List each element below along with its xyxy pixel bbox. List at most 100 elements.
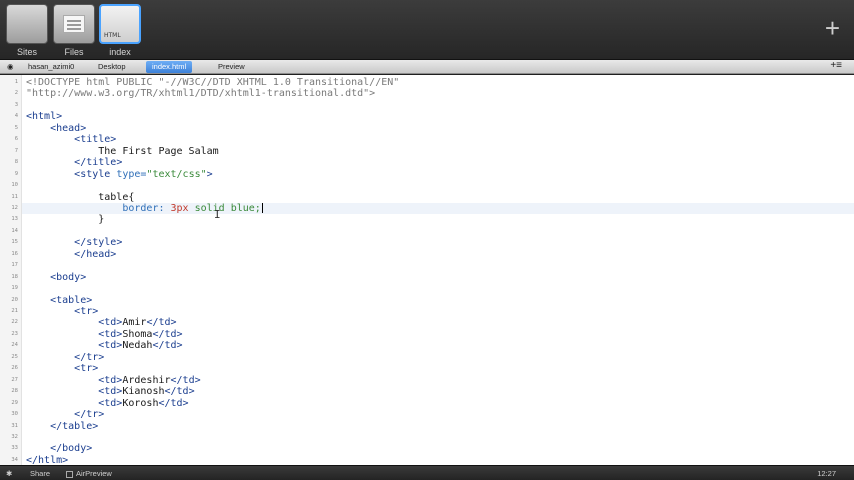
- ibeam-cursor-icon: I: [214, 208, 221, 221]
- code-line[interactable]: <tr>: [26, 363, 98, 374]
- code-token: "http://www.w3.org/TR/xhtml1/DTD/xhtml1-…: [26, 88, 376, 100]
- breadcrumb-file[interactable]: index.html: [146, 61, 193, 73]
- preview-button[interactable]: Preview: [212, 61, 251, 73]
- code-token: Kianosh: [122, 386, 165, 398]
- code-token: <title>: [74, 134, 117, 146]
- code-token: 3px: [170, 202, 189, 214]
- code-line[interactable]: <td>Shoma</td>: [26, 328, 183, 340]
- code-token: </tr>: [74, 351, 105, 363]
- code-line[interactable]: border: 3px solid blue;: [26, 202, 263, 214]
- line-number: 16: [11, 250, 18, 257]
- gear-icon[interactable]: ✱: [6, 468, 12, 479]
- code-token: Amir: [122, 317, 147, 329]
- line-number: 29: [11, 399, 18, 406]
- code-line[interactable]: <td>Korosh</td>: [26, 397, 189, 409]
- line-number: 18: [11, 273, 18, 280]
- code-line[interactable]: <!DOCTYPE html PUBLIC "-//W3C//DTD XHTML…: [26, 77, 399, 88]
- code-token: <body>: [50, 271, 87, 283]
- code-token: <!DOCTYPE html PUBLIC "-//W3C//DTD XHTML…: [26, 77, 400, 88]
- tool-index[interactable]: HTML index: [98, 4, 142, 57]
- line-number: 19: [11, 285, 18, 292]
- clock: 12:27: [817, 469, 836, 478]
- code-token: </table>: [50, 420, 99, 432]
- status-bar: ✱ Share AirPreview 12:27: [0, 465, 854, 480]
- breadcrumb-bar: ◉ hasan_azimi0 Desktop index.html Previe…: [0, 60, 854, 74]
- code-token: <tr>: [74, 306, 99, 317]
- tool-label: Sites: [16, 47, 37, 57]
- line-number: 13: [11, 216, 18, 223]
- code-line[interactable]: <td>Amir</td>: [26, 317, 177, 329]
- code-line[interactable]: </style>: [26, 237, 122, 248]
- code-token: solid blue;: [188, 202, 261, 214]
- code-line[interactable]: <title>: [26, 134, 116, 145]
- line-number: 27: [11, 376, 18, 383]
- code-line[interactable]: <body>: [26, 272, 86, 283]
- line-number: 26: [11, 365, 18, 372]
- line-number: 25: [11, 353, 18, 360]
- code-token: </td>: [164, 386, 195, 398]
- code-line[interactable]: </table>: [26, 421, 98, 432]
- line-number: 10: [11, 182, 18, 189]
- code-line[interactable]: }: [26, 214, 104, 225]
- code-line[interactable]: <td>Kianosh</td>: [26, 386, 195, 398]
- line-number: 30: [11, 411, 18, 418]
- breadcrumb-user[interactable]: hasan_azimi0: [22, 61, 82, 73]
- code-line[interactable]: <td>Nedah</td>: [26, 340, 183, 352]
- line-number: 20: [11, 296, 18, 303]
- share-button[interactable]: Share: [30, 468, 50, 479]
- code-token: </td>: [152, 328, 183, 340]
- text-caret: [261, 202, 263, 213]
- tool-files[interactable]: Files: [52, 4, 96, 57]
- code-line[interactable]: </tr>: [26, 352, 104, 363]
- eye-icon[interactable]: ◉: [4, 61, 17, 73]
- code-token: </td>: [152, 340, 183, 352]
- tool-sites[interactable]: Sites: [5, 4, 49, 57]
- code-line[interactable]: <head>: [26, 123, 86, 134]
- code-line[interactable]: "http://www.w3.org/TR/xhtml1/DTD/xhtml1-…: [26, 88, 375, 99]
- code-line[interactable]: </head>: [26, 249, 116, 260]
- code-token: </head>: [74, 248, 117, 260]
- code-line[interactable]: The First Page Salam: [26, 146, 218, 157]
- line-number: 21: [11, 308, 18, 314]
- files-icon: [53, 4, 95, 44]
- code-line[interactable]: </tr>: [26, 409, 104, 420]
- line-number-gutter: 1 2 3 4 5 6 7 8 9 10 11 12 13 14 15 16 17 18 19 20 21 22 23 24 2…: [0, 75, 22, 465]
- breadcrumb-desktop[interactable]: Desktop: [92, 61, 132, 73]
- line-number: 9: [14, 170, 18, 177]
- code-line[interactable]: table{: [26, 192, 134, 203]
- airpreview-toggle[interactable]: AirPreview: [66, 468, 112, 479]
- tool-label: Files: [64, 47, 84, 57]
- code-token: Korosh: [122, 397, 159, 409]
- code-token: </td>: [158, 397, 189, 409]
- line-number: 33: [11, 445, 18, 452]
- code-line[interactable]: <table>: [26, 295, 92, 306]
- code-token: table{: [98, 191, 135, 203]
- code-token: <td>: [98, 340, 123, 352]
- code-line[interactable]: </body>: [26, 443, 92, 454]
- menu-icon[interactable]: +≡: [824, 61, 848, 73]
- code-line[interactable]: </title>: [26, 157, 122, 168]
- code-line[interactable]: <tr>: [26, 306, 98, 317]
- code-line[interactable]: <style type="text/css">: [26, 169, 213, 180]
- code-editor[interactable]: 1 2 3 4 5 6 7 8 9 10 11 12 13 14 15 16 17 18 19 20 21 22 23 24 2…: [0, 75, 854, 466]
- code-token: "text/css": [146, 168, 207, 180]
- plus-icon[interactable]: +: [825, 15, 840, 41]
- code-line[interactable]: <td>Ardeshir</td>: [26, 375, 200, 386]
- code-line[interactable]: <html>: [26, 111, 62, 122]
- code-token: <table>: [50, 294, 93, 306]
- code-token: </td>: [146, 317, 177, 329]
- line-number: 1: [14, 79, 18, 85]
- code-token: type=: [116, 168, 147, 180]
- code-token: <style: [74, 168, 117, 180]
- line-number: 2: [14, 90, 18, 97]
- line-number: 32: [11, 433, 18, 440]
- code-token: </style>: [74, 237, 123, 249]
- line-number: 17: [11, 262, 18, 269]
- line-number: 24: [11, 342, 18, 349]
- thumb-text: HTML: [104, 32, 121, 39]
- line-number: 3: [14, 101, 18, 108]
- line-number: 14: [11, 227, 18, 234]
- sites-icon: [6, 4, 48, 44]
- line-number: 28: [11, 388, 18, 395]
- code-token: </tr>: [74, 409, 105, 421]
